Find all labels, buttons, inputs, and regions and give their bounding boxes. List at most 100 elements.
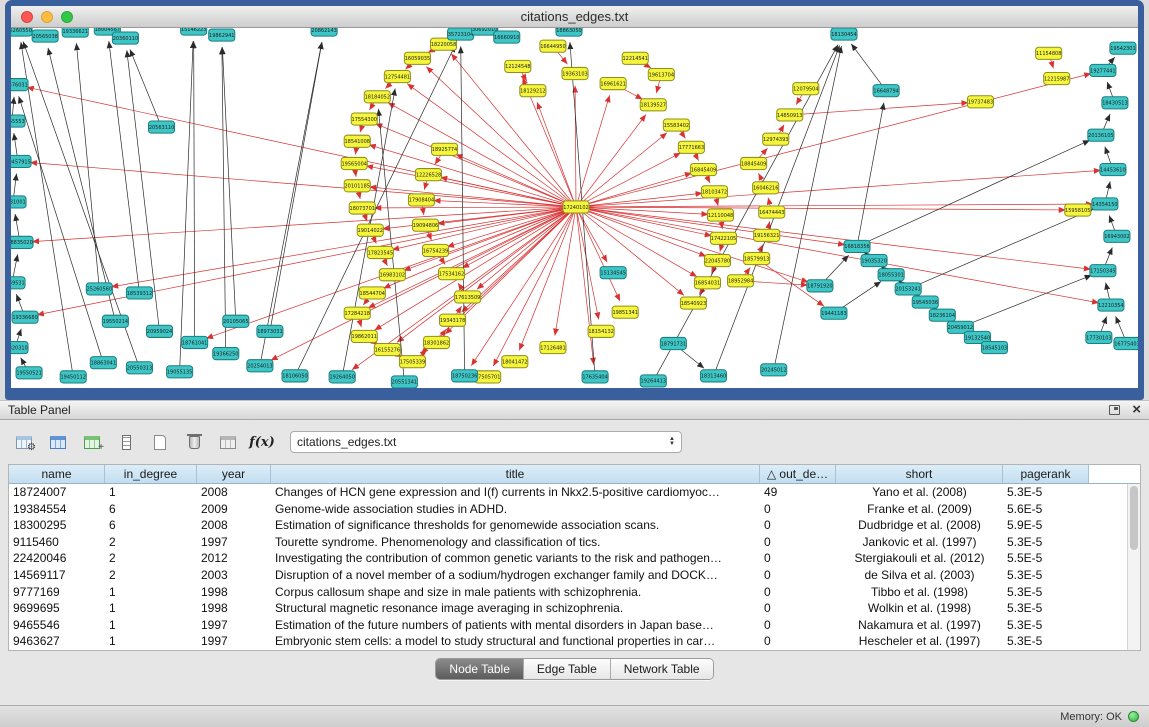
table-row[interactable]: 1938455462009Genome-wide association stu… (9, 501, 1140, 518)
network-edge[interactable] (109, 41, 140, 293)
network-edge[interactable] (375, 207, 576, 330)
network-node[interactable]: 15958105 (1065, 204, 1091, 216)
network-node[interactable]: 18313460 (700, 370, 726, 382)
network-node[interactable]: 19055135 (167, 366, 193, 378)
network-node[interactable]: 18154132 (588, 325, 614, 337)
network-edge[interactable] (576, 207, 712, 236)
network-node[interactable]: 18925774 (431, 143, 457, 155)
network-node[interactable]: 19014022 (357, 224, 383, 236)
network-node[interactable]: 18545103 (981, 341, 1007, 353)
delete-table-icon[interactable] (180, 429, 208, 455)
network-node[interactable]: 12226528 (415, 169, 441, 181)
network-node[interactable]: 18301862 (423, 336, 449, 348)
network-node[interactable]: 12210354 (1098, 299, 1124, 311)
network-node[interactable]: 19542301 (1110, 42, 1136, 54)
network-node[interactable]: 20959024 (146, 325, 172, 337)
network-node[interactable]: 15146223 (181, 28, 207, 35)
network-node[interactable]: 19264413 (640, 375, 666, 387)
network-node[interactable]: 17284218 (344, 307, 370, 319)
network-window[interactable]: citations_edges.txt 17240102182200581605… (5, 0, 1144, 400)
table-row[interactable]: 946554611997Estimation of the future num… (9, 617, 1140, 634)
network-node[interactable]: 17505701 (475, 371, 501, 383)
network-node[interactable]: 18540923 (680, 297, 706, 309)
table-row[interactable]: 911546021997Tourette syndrome. Phenomeno… (9, 534, 1140, 551)
network-edge[interactable] (555, 207, 576, 336)
network-node[interactable]: 18750236 (452, 370, 478, 382)
network-edge[interactable] (260, 42, 322, 366)
network-node[interactable]: 16648794 (873, 85, 899, 97)
network-edge[interactable] (576, 193, 703, 207)
vertical-scrollbar[interactable] (1127, 484, 1140, 650)
network-node[interactable]: 11154808 (1036, 47, 1062, 59)
network-edge[interactable] (790, 103, 969, 115)
network-node[interactable]: 19550521 (16, 367, 42, 379)
network-node[interactable]: 17422105 (710, 232, 736, 244)
network-node[interactable]: 17126481 (540, 341, 566, 353)
network-node[interactable]: 19366250 (213, 348, 239, 360)
network-node[interactable]: 12215987 (1044, 72, 1070, 84)
network-edge[interactable] (37, 207, 576, 315)
network-node[interactable]: 16754239 (422, 244, 448, 256)
network-node[interactable]: 19156321 (754, 229, 780, 241)
network-node[interactable]: 25260550 (11, 28, 32, 36)
network-node[interactable]: 18845409 (741, 157, 767, 169)
network-edge[interactable] (194, 41, 195, 342)
table-row[interactable]: 969969511998Structural magnetic resonanc… (9, 600, 1140, 617)
network-edge[interactable] (857, 103, 884, 247)
network-node[interactable]: 16818356 (844, 240, 870, 252)
network-node[interactable]: 20245012 (761, 364, 787, 376)
network-node[interactable]: 16155276 (374, 344, 400, 356)
edit-columns-icon[interactable]: + (78, 429, 106, 455)
network-edge[interactable] (576, 153, 681, 207)
network-node[interactable]: 17908404 (408, 194, 434, 206)
network-node[interactable]: 18041472 (502, 356, 528, 368)
network-node[interactable]: 20576031 (11, 79, 28, 91)
network-node[interactable]: 20551341 (391, 376, 417, 388)
import-table-icon[interactable] (214, 429, 242, 455)
network-edge[interactable] (447, 207, 576, 247)
network-edge[interactable] (375, 124, 576, 207)
network-edge[interactable] (456, 154, 576, 207)
network-edge[interactable] (426, 67, 576, 207)
table-row[interactable]: 1456911722003Disruption of a novel membe… (9, 567, 1140, 584)
network-node[interactable]: 35723104 (448, 28, 474, 40)
network-node[interactable]: 15583402 (663, 119, 689, 131)
network-edge[interactable] (437, 207, 576, 224)
network-edge[interactable] (270, 42, 322, 331)
network-edge[interactable] (576, 207, 594, 365)
network-node[interactable]: 18236104 (929, 309, 955, 321)
table-row[interactable]: 977716911998Corpus callosum shape and si… (9, 584, 1140, 601)
network-edge[interactable] (21, 42, 73, 377)
network-node[interactable]: 19336621 (62, 28, 88, 37)
network-edge[interactable] (960, 275, 1091, 327)
network-node[interactable]: 20862143 (311, 28, 337, 36)
network-node[interactable]: 18791731 (660, 337, 686, 349)
column-header-name[interactable]: name (9, 465, 105, 483)
new-table-icon[interactable] (146, 429, 174, 455)
network-canvas[interactable]: 1724010218220058160590351275448118184052… (11, 28, 1138, 388)
network-node[interactable]: 20254013 (247, 360, 273, 372)
network-node[interactable]: 16660910 (494, 31, 520, 43)
network-node[interactable]: 20105065 (223, 315, 249, 327)
table-settings-icon[interactable]: ⚙ (10, 429, 38, 455)
network-node[interactable]: 19851341 (612, 306, 638, 318)
network-node[interactable]: 18130454 (831, 28, 857, 40)
network-node[interactable]: 22045780 (704, 255, 730, 267)
column-header-in_degree[interactable]: in_degree (105, 465, 197, 483)
network-edge[interactable] (576, 207, 697, 277)
network-node[interactable]: 18106050 (282, 370, 308, 382)
network-edge[interactable] (576, 207, 1066, 210)
network-node[interactable]: 16775403 (1114, 337, 1138, 349)
network-edge[interactable] (576, 115, 646, 207)
network-node[interactable]: 16845409 (690, 164, 716, 176)
network-window-titlebar[interactable]: citations_edges.txt (11, 6, 1138, 28)
network-edge[interactable] (576, 73, 1091, 206)
network-svg[interactable]: 1724010218220058160590351275448118184052… (11, 28, 1138, 388)
network-edge[interactable] (222, 47, 226, 353)
network-node[interactable]: 15134545 (600, 267, 626, 279)
network-node[interactable]: 19862941 (209, 29, 235, 41)
network-node[interactable]: 17823545 (367, 246, 393, 258)
network-node[interactable]: 18103472 (701, 186, 727, 198)
network-edge[interactable] (374, 207, 576, 208)
network-edge[interactable] (857, 140, 1090, 246)
